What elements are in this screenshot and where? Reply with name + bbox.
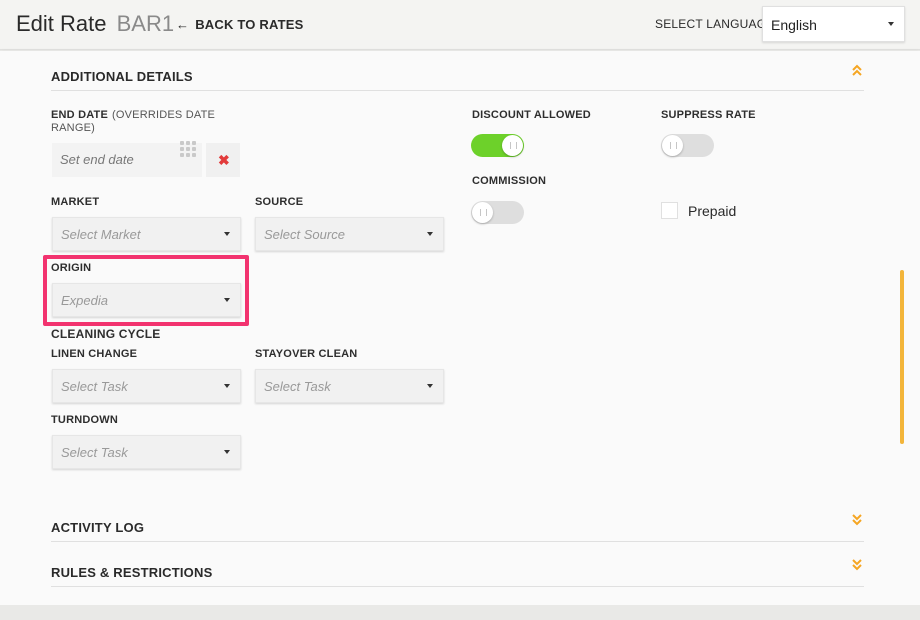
caret-down-icon: [888, 22, 894, 26]
chevron-double-up-icon[interactable]: [851, 64, 863, 76]
turndown-select[interactable]: Select Task: [52, 435, 241, 469]
arrow-left-icon: ←: [176, 17, 190, 32]
market-select[interactable]: Select Market: [52, 217, 241, 251]
origin-highlight-box: [43, 255, 249, 326]
toggle-knob: [472, 202, 493, 223]
source-placeholder: Select Source: [264, 227, 345, 242]
prepaid-checkbox[interactable]: [661, 202, 678, 219]
chevron-double-down-icon[interactable]: [851, 514, 863, 526]
toggle-knob: [662, 135, 683, 156]
section-title-activity-log[interactable]: ACTIVITY LOG: [51, 520, 144, 535]
source-label: SOURCE: [255, 196, 304, 208]
toggle-knob: [502, 135, 523, 156]
commission-toggle[interactable]: [471, 201, 524, 224]
rate-code: BAR1: [116, 11, 175, 36]
section-title-additional-details: ADDITIONAL DETAILS: [51, 69, 193, 84]
linen-change-select[interactable]: Select Task: [52, 369, 241, 403]
caret-down-icon: [224, 232, 230, 236]
commission-label: COMMISSION: [472, 175, 547, 187]
caret-down-icon: [224, 450, 230, 454]
suppress-rate-label: SUPPRESS RATE: [661, 109, 756, 121]
turndown-placeholder: Select Task: [61, 445, 128, 460]
source-select[interactable]: Select Source: [255, 217, 444, 251]
top-bar: Edit Rate BAR1 ← BACK TO RATES SELECT LAN…: [0, 0, 920, 50]
market-label: MARKET: [51, 196, 100, 208]
discount-allowed-label: DISCOUNT ALLOWED: [472, 109, 591, 121]
cleaning-cycle-title: CLEANING CYCLE: [51, 327, 161, 341]
section-title-rules-restrictions[interactable]: RULES & RESTRICTIONS: [51, 565, 212, 580]
back-to-rates-link[interactable]: ← BACK TO RATES: [176, 17, 304, 32]
stayover-clean-label: STAYOVER CLEAN: [255, 348, 358, 360]
linen-change-placeholder: Select Task: [61, 379, 128, 394]
end-date-label-text: END DATE: [51, 109, 109, 121]
end-date-sub-label-2: RANGE): [51, 122, 95, 134]
prepaid-label: Prepaid: [688, 203, 737, 219]
stayover-clean-placeholder: Select Task: [264, 379, 331, 394]
section-divider: [51, 541, 864, 542]
language-label: SELECT LANGUAGE: [655, 17, 775, 31]
language-select[interactable]: English: [762, 6, 905, 42]
close-icon: ✖: [218, 152, 230, 168]
market-placeholder: Select Market: [61, 227, 141, 242]
clear-end-date-button[interactable]: ✖: [206, 143, 240, 177]
suppress-rate-toggle[interactable]: [661, 134, 714, 157]
scrollbar-thumb[interactable]: [900, 270, 904, 444]
section-divider: [51, 90, 864, 91]
page-bottom-background: [0, 605, 920, 620]
back-to-rates-label: BACK TO RATES: [195, 17, 304, 32]
turndown-label: TURNDOWN: [51, 414, 118, 426]
caret-down-icon: [427, 384, 433, 388]
discount-allowed-toggle[interactable]: [471, 134, 524, 157]
end-date-sub-label: (OVERRIDES DATE: [112, 109, 216, 121]
caret-down-icon: [427, 232, 433, 236]
section-divider: [51, 586, 864, 587]
linen-change-label: LINEN CHANGE: [51, 348, 138, 360]
page-title: Edit Rate BAR1: [16, 11, 174, 37]
caret-down-icon: [224, 384, 230, 388]
end-date-label: END DATE (OVERRIDES DATE: [51, 109, 215, 121]
calendar-grid-icon[interactable]: [180, 141, 198, 159]
chevron-double-down-icon[interactable]: [851, 559, 863, 571]
language-value: English: [771, 17, 817, 33]
page-title-text: Edit Rate: [16, 11, 107, 36]
stayover-clean-select[interactable]: Select Task: [255, 369, 444, 403]
end-date-placeholder: Set end date: [60, 152, 134, 167]
